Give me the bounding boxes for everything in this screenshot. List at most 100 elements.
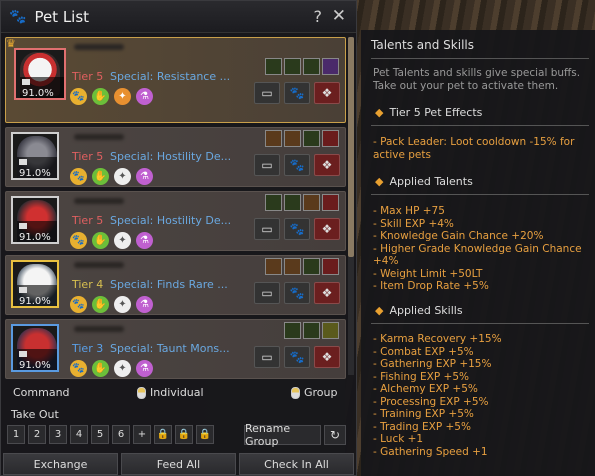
- take-out-label: Take Out: [11, 408, 59, 421]
- pet-tier: Tier 3: [72, 342, 104, 355]
- pet-list-scrollbar[interactable]: [348, 37, 354, 375]
- pet-special: Special: Finds Rare ...: [110, 278, 228, 291]
- talents-list: - Max HP +75 - Skill EXP +4% - Knowledge…: [373, 205, 595, 293]
- pet-info-button[interactable]: 🐾: [284, 346, 310, 368]
- hunger-percent: 91.0%: [20, 77, 64, 98]
- rename-group-button[interactable]: Rename Group: [244, 422, 321, 448]
- hunger-icon: [19, 351, 27, 357]
- potion-icon[interactable]: ⚗: [136, 88, 153, 105]
- talent-line: - Max HP +75: [373, 205, 445, 217]
- pet-card[interactable]: 91.0% Tier 5 Special: Hostility De... 🐾 …: [5, 127, 346, 187]
- skills-list: - Karma Recovery +15% - Combat EXP +5% -…: [373, 333, 595, 458]
- talent-line: - Higher Grade Knowledge Gain Chance +4%: [373, 242, 582, 268]
- diamond-icon: ◆: [375, 106, 384, 119]
- take-out-slot-3[interactable]: 3: [49, 425, 67, 444]
- hunger-icon: [19, 223, 27, 229]
- potion-icon[interactable]: ⚗: [136, 232, 153, 249]
- command-icon[interactable]: ✦: [114, 88, 131, 105]
- pet-card[interactable]: 91.0% Tier 3 Special: Taunt Mons... 🐾 ✋ …: [5, 319, 346, 379]
- skill-icon: [322, 258, 339, 275]
- tier-effects-list: - Pack Leader: Loot cooldown -15% for ac…: [373, 136, 595, 161]
- pet-special: Special: Taunt Mons...: [110, 342, 230, 355]
- feed-icon[interactable]: 🐾: [70, 232, 87, 249]
- potion-icon[interactable]: ⚗: [136, 168, 153, 185]
- exchange-pet-button[interactable]: ❖: [314, 282, 340, 304]
- check-in-all-button[interactable]: Check In All: [239, 453, 354, 475]
- command-icon[interactable]: ✦: [114, 360, 131, 377]
- pet-info-button[interactable]: 🐾: [284, 218, 310, 240]
- command-label: Command: [13, 386, 70, 399]
- pet-special: Special: Hostility De...: [110, 214, 232, 227]
- pet-list-window: 🐾 Pet List ? ✕ ♛ 91.0% Tier 5 Special: R…: [0, 0, 357, 476]
- diamond-icon: ◆: [375, 175, 384, 188]
- exchange-pet-button[interactable]: ❖: [314, 346, 340, 368]
- exchange-button[interactable]: Exchange: [3, 453, 118, 475]
- skill-icon: [303, 322, 320, 339]
- summon-button[interactable]: ▭: [254, 346, 280, 368]
- take-out-slot-5[interactable]: 5: [91, 425, 109, 444]
- feed-icon[interactable]: 🐾: [70, 296, 87, 313]
- pet-info-button[interactable]: 🐾: [284, 282, 310, 304]
- divider: [371, 194, 589, 195]
- summon-button[interactable]: ▭: [254, 154, 280, 176]
- hunger-percent: 91.0%: [17, 349, 57, 370]
- summon-button[interactable]: ▭: [254, 282, 280, 304]
- exchange-pet-button[interactable]: ❖: [314, 154, 340, 176]
- feed-icon[interactable]: 🐾: [70, 168, 87, 185]
- lock-icon[interactable]: 🔒: [196, 425, 214, 444]
- command-icon[interactable]: ✦: [114, 296, 131, 313]
- feed-icon[interactable]: 🐾: [70, 88, 87, 105]
- take-out-slot-2[interactable]: 2: [28, 425, 46, 444]
- group-command-option[interactable]: Group: [291, 386, 338, 399]
- pet-info-button[interactable]: 🐾: [284, 154, 310, 176]
- skill-icon: [284, 194, 301, 211]
- command-icon[interactable]: ✦: [114, 232, 131, 249]
- pet-card-selected[interactable]: ♛ 91.0% Tier 5 Special: Resistance ... 🐾…: [5, 37, 346, 123]
- summon-button[interactable]: ▭: [254, 218, 280, 240]
- add-slot-icon[interactable]: +: [133, 425, 151, 444]
- check-in-button[interactable]: ▭: [254, 82, 280, 104]
- skill-line: - Luck +1: [373, 433, 424, 445]
- talent-line: - Item Drop Rate +5%: [373, 280, 489, 292]
- hand-icon[interactable]: ✋: [92, 168, 109, 185]
- hand-icon[interactable]: ✋: [92, 296, 109, 313]
- talent-line: - Weight Limit +50LT: [373, 267, 483, 280]
- pet-card[interactable]: 91.0% Tier 5 Special: Hostility De... 🐾 …: [5, 191, 346, 251]
- lock-icon[interactable]: 🔒: [154, 425, 172, 444]
- hand-icon[interactable]: ✋: [92, 232, 109, 249]
- take-out-slots: 1 2 3 4 5 6 + 🔒 🔒 🔒: [7, 425, 214, 444]
- feed-icon[interactable]: 🐾: [70, 360, 87, 377]
- help-button[interactable]: ?: [314, 7, 323, 26]
- talent-line: - Knowledge Gain Chance +20%: [373, 230, 544, 242]
- refresh-icon[interactable]: ↻: [324, 425, 346, 445]
- scrollbar-thumb[interactable]: [348, 37, 354, 257]
- pet-special: Special: Hostility De...: [110, 150, 232, 163]
- tooltip-description: Pet Talents and skills give special buff…: [373, 67, 581, 92]
- individual-command-option[interactable]: Individual: [137, 386, 204, 399]
- skill-line: - Fishing EXP +5%: [373, 370, 469, 383]
- potion-icon[interactable]: ⚗: [136, 296, 153, 313]
- pet-card[interactable]: 91.0% Tier 4 Special: Finds Rare ... 🐾 ✋…: [5, 255, 346, 315]
- take-out-slot-1[interactable]: 1: [7, 425, 25, 444]
- title-bar[interactable]: 🐾 Pet List ? ✕: [1, 1, 356, 33]
- hunger-percent: 91.0%: [17, 157, 57, 178]
- skill-line: - Training EXP +5%: [373, 408, 474, 420]
- exchange-pet-button[interactable]: ❖: [314, 82, 340, 104]
- lock-icon[interactable]: 🔒: [175, 425, 193, 444]
- skill-line: - Combat EXP +5%: [373, 345, 474, 358]
- exchange-pet-button[interactable]: ❖: [314, 218, 340, 240]
- hand-icon[interactable]: ✋: [92, 88, 109, 105]
- take-out-slot-4[interactable]: 4: [70, 425, 88, 444]
- take-out-slot-6[interactable]: 6: [112, 425, 130, 444]
- skill-icon: [303, 130, 320, 147]
- pet-tier: Tier 5: [72, 214, 104, 227]
- talent-line: - Skill EXP +4%: [373, 217, 454, 230]
- pet-portrait: 91.0%: [11, 132, 59, 180]
- pet-name-redacted: [74, 326, 124, 332]
- feed-all-button[interactable]: Feed All: [121, 453, 236, 475]
- command-icon[interactable]: ✦: [114, 168, 131, 185]
- pet-info-button[interactable]: 🐾: [284, 82, 310, 104]
- close-button[interactable]: ✕: [332, 6, 346, 26]
- hand-icon[interactable]: ✋: [92, 360, 109, 377]
- potion-icon[interactable]: ⚗: [136, 360, 153, 377]
